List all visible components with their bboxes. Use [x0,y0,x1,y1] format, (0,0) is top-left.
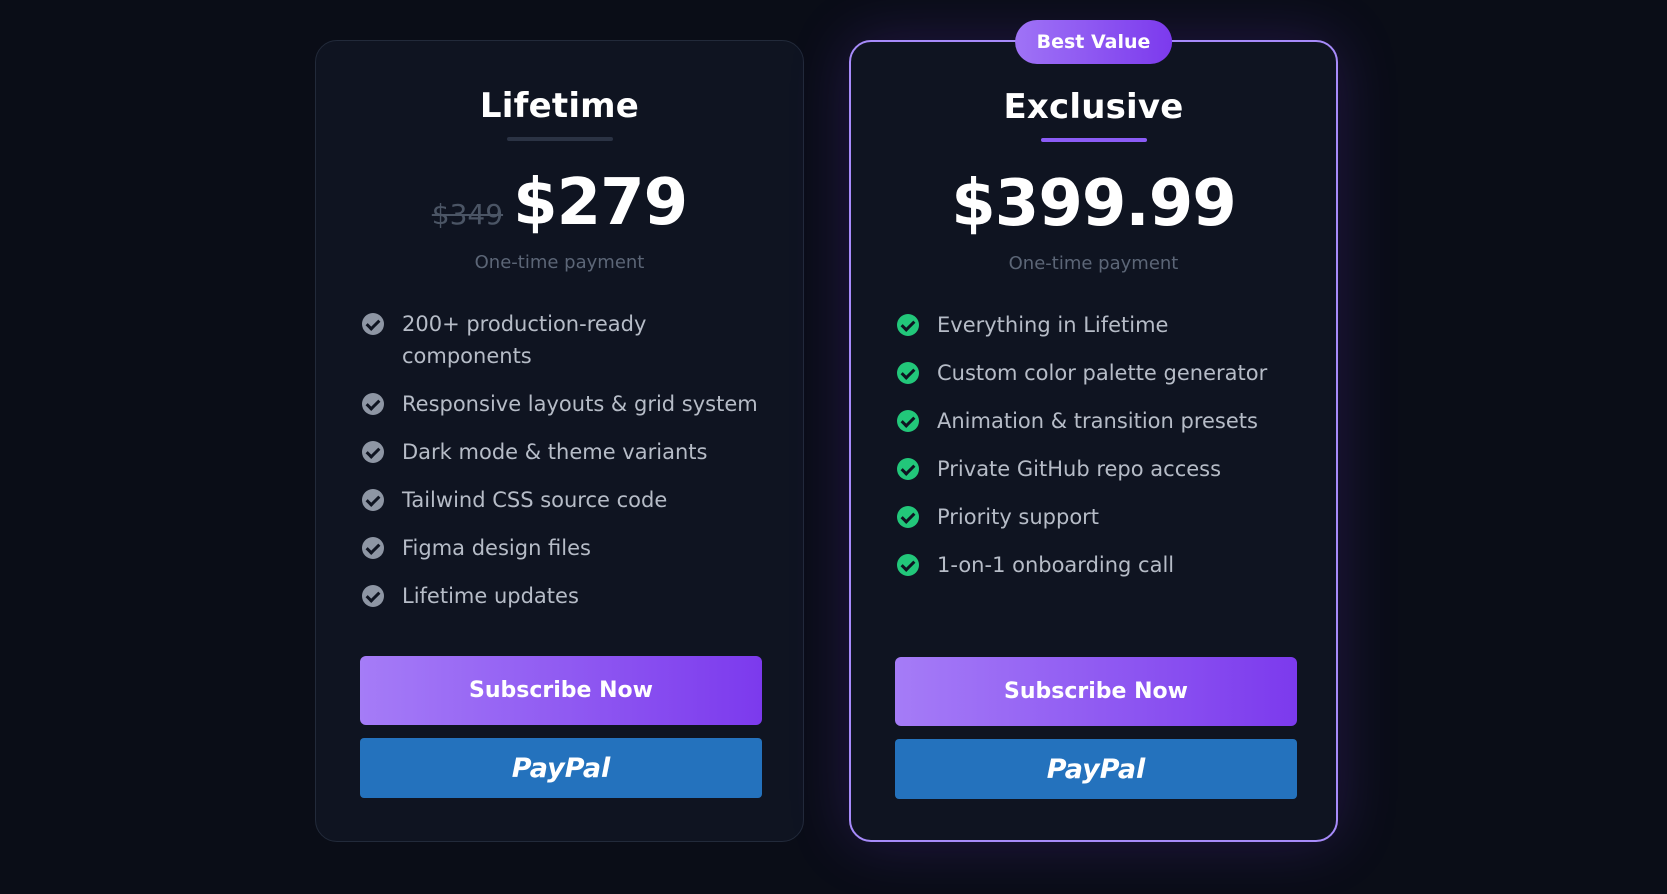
pricing-card-exclusive: Best Value Exclusive $399.99 One-time pa… [849,20,1338,842]
feature-item: Responsive layouts & grid system [362,388,763,420]
feature-text: 1-on-1 onboarding call [937,553,1175,577]
check-circle-icon [362,313,384,335]
paypal-button[interactable]: PayPal [360,738,762,798]
feature-item: Priority support [897,501,1296,533]
check-circle-icon [362,537,384,559]
price: $279 [513,166,688,240]
subscribe-button[interactable]: Subscribe Now [895,657,1297,726]
feature-text: Animation & transition presets [937,409,1258,433]
plan-title: Exclusive [1003,87,1184,127]
feature-item: 1-on-1 onboarding call [897,549,1296,581]
check-circle-icon [362,585,384,607]
check-circle-icon [897,506,919,528]
check-circle-icon [897,410,919,432]
feature-item: Lifetime updates [362,580,763,612]
feature-item: Tailwind CSS source code [362,484,763,516]
price-row: $399.99 [851,167,1336,241]
price: $399.99 [951,167,1236,241]
feature-list: 200+ production-ready components Respons… [362,308,763,628]
feature-item: Private GitHub repo access [897,453,1296,485]
check-circle-icon [897,554,919,576]
paypal-button[interactable]: PayPal [895,739,1297,799]
feature-item: Figma design files [362,532,763,564]
original-price: $349 [431,198,504,231]
feature-list: Everything in Lifetime Custom color pale… [897,309,1296,597]
feature-item: Dark mode & theme variants [362,436,763,468]
feature-item: Everything in Lifetime [897,309,1296,341]
check-circle-icon [897,458,919,480]
pricing-card-lifetime: Lifetime $349 $279 One-time payment 200+ … [315,40,804,842]
feature-text: Figma design files [402,536,591,560]
feature-text: Lifetime updates [402,584,579,608]
feature-item: Custom color palette generator [897,357,1296,389]
feature-text: 200+ production-ready components [402,312,647,368]
check-circle-icon [362,393,384,415]
title-underline [506,137,613,141]
feature-text: Private GitHub repo access [937,457,1222,481]
feature-text: Everything in Lifetime [937,313,1169,337]
feature-text: Dark mode & theme variants [402,440,708,464]
feature-item: 200+ production-ready components [362,308,763,372]
check-circle-icon [362,441,384,463]
check-circle-icon [362,489,384,511]
payment-note: One-time payment [474,252,645,273]
check-circle-icon [897,314,919,336]
title-underline [1040,138,1147,142]
feature-item: Animation & transition presets [897,405,1296,437]
payment-note: One-time payment [1008,253,1179,274]
feature-text: Responsive layouts & grid system [402,392,758,416]
subscribe-button[interactable]: Subscribe Now [360,656,762,725]
best-value-badge: Best Value [1014,20,1173,64]
plan-title: Lifetime [479,86,640,126]
feature-text: Tailwind CSS source code [402,488,668,512]
feature-text: Custom color palette generator [937,361,1268,385]
feature-text: Priority support [937,505,1100,529]
price-row: $349 $279 [316,166,803,240]
check-circle-icon [897,362,919,384]
